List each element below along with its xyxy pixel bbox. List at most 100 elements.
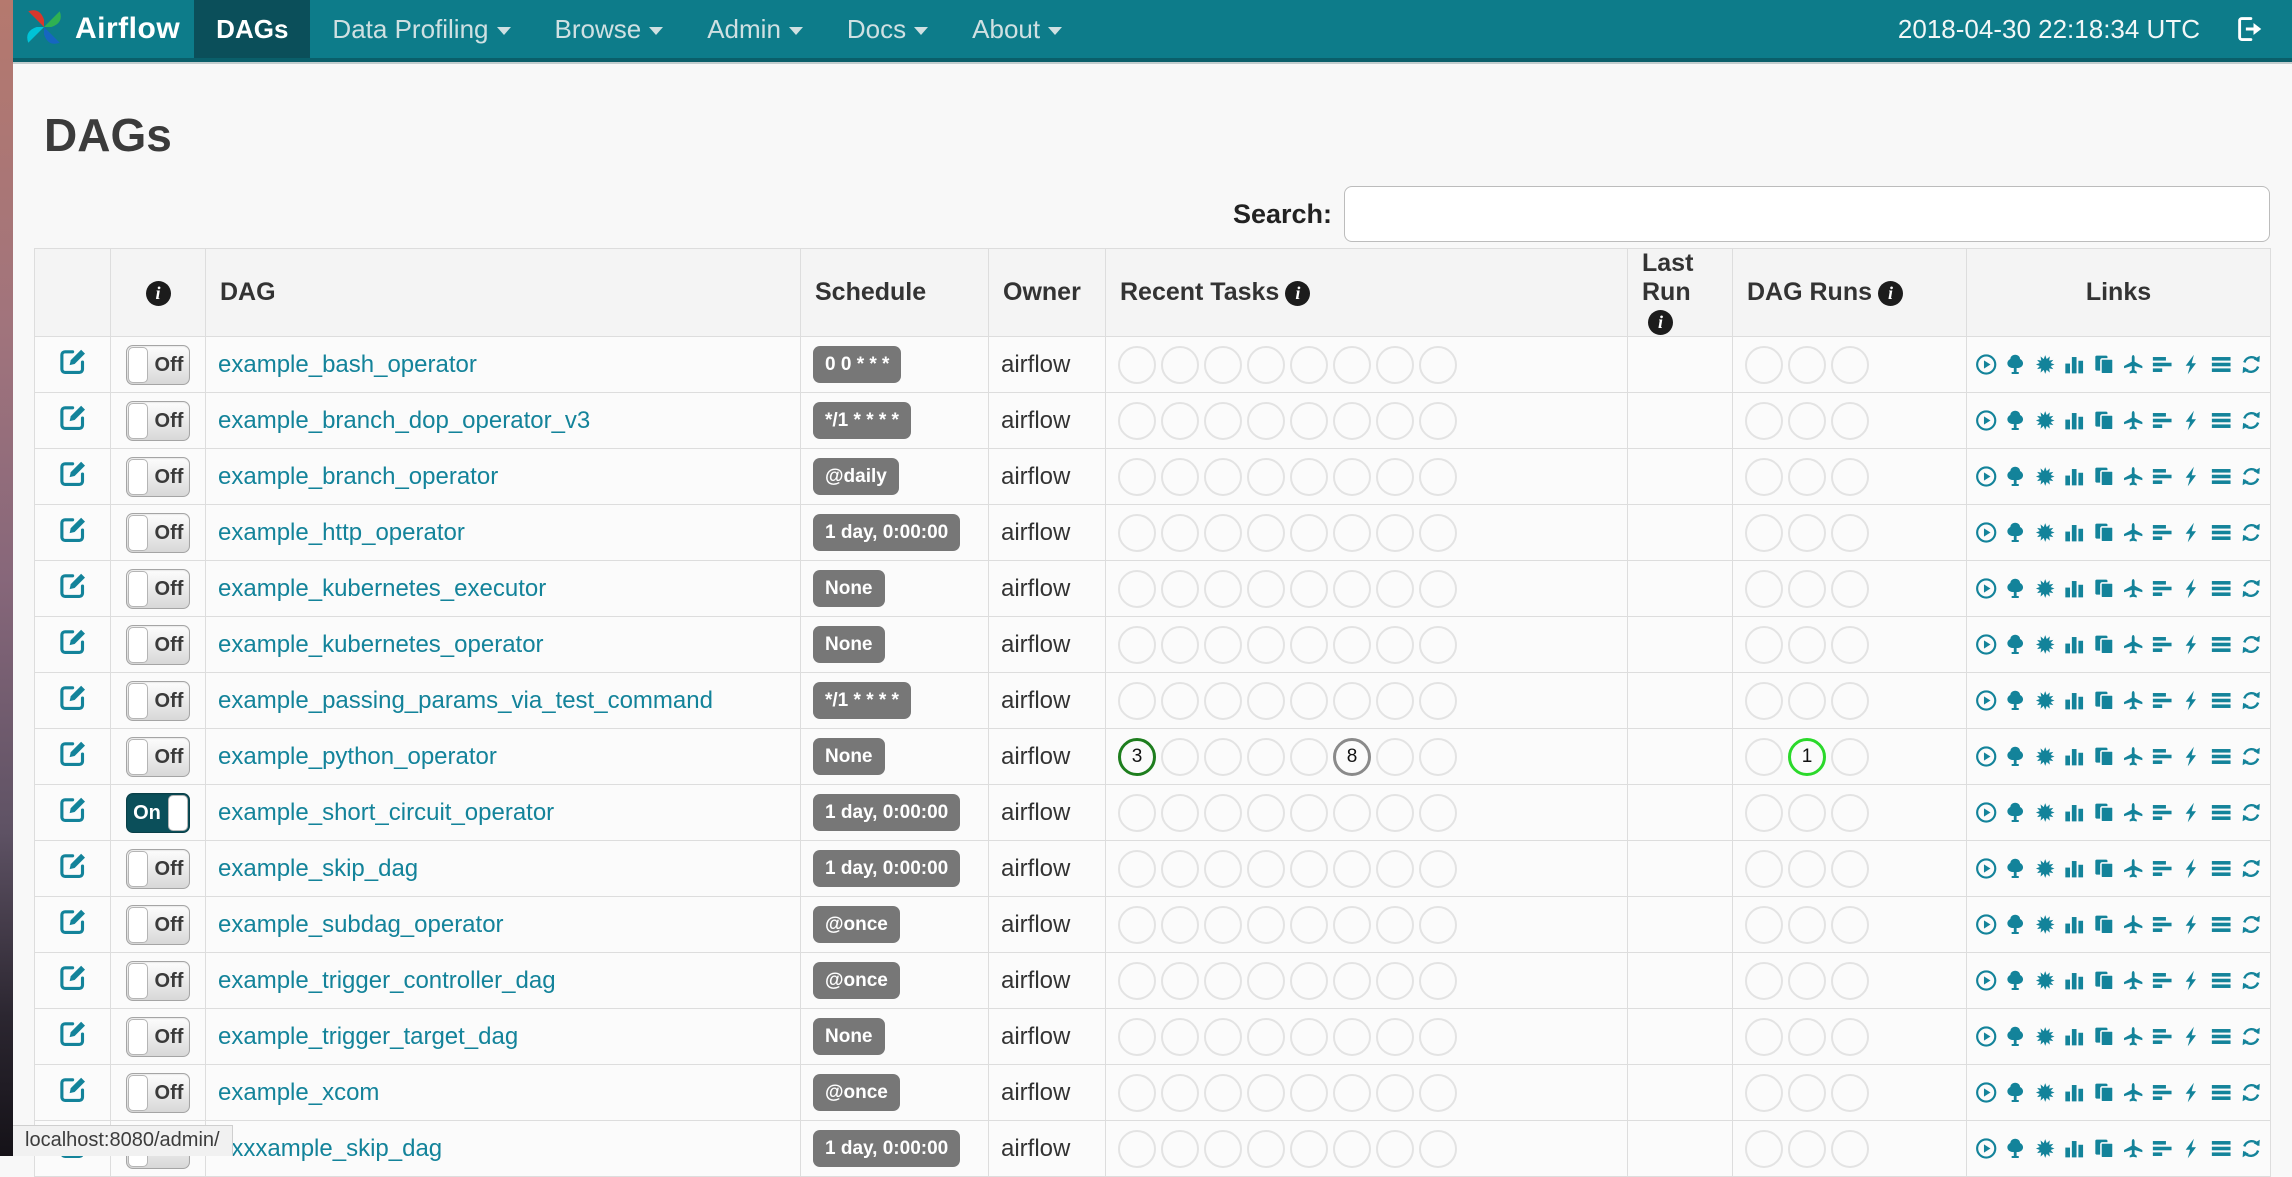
recent-task-status-circle[interactable] (1247, 513, 1285, 552)
recent-task-status-circle[interactable] (1419, 1129, 1457, 1168)
recent-task-status-circle[interactable]: 3 (1118, 737, 1156, 776)
dag-name-link[interactable]: example_xcom (218, 1079, 379, 1106)
trigger-dag-play-icon[interactable] (1975, 800, 1997, 825)
logs-icon[interactable] (2210, 632, 2232, 657)
dag-run-status-circle[interactable] (1745, 681, 1783, 720)
task-duration-chart-icon[interactable] (2063, 856, 2085, 881)
code-view-bolt-icon[interactable] (2181, 1024, 2203, 1049)
landing-times-plane-icon[interactable] (2122, 632, 2144, 657)
recent-task-status-circle[interactable] (1247, 793, 1285, 832)
dag-run-status-circle[interactable] (1745, 1073, 1783, 1112)
edit-dag-icon[interactable] (58, 402, 88, 432)
recent-task-status-circle[interactable] (1376, 849, 1414, 888)
tree-view-icon[interactable] (2004, 800, 2026, 825)
recent-task-status-circle[interactable] (1419, 1073, 1457, 1112)
recent-task-status-circle[interactable] (1333, 1073, 1371, 1112)
trigger-dag-play-icon[interactable] (1975, 1024, 1997, 1049)
dag-pause-toggle[interactable]: On (126, 792, 190, 833)
recent-task-status-circle[interactable] (1290, 849, 1328, 888)
recent-task-status-circle[interactable] (1333, 961, 1371, 1000)
recent-task-status-circle[interactable] (1290, 905, 1328, 944)
recent-task-status-circle[interactable] (1333, 345, 1371, 384)
dag-run-status-circle[interactable] (1745, 793, 1783, 832)
task-duration-chart-icon[interactable] (2063, 744, 2085, 769)
dag-name-link[interactable]: example_short_circuit_operator (218, 799, 554, 826)
recent-task-status-circle[interactable] (1419, 737, 1457, 776)
task-duration-chart-icon[interactable] (2063, 464, 2085, 489)
dag-pause-toggle[interactable]: Off (126, 1016, 190, 1057)
task-duration-chart-icon[interactable] (2063, 352, 2085, 377)
recent-task-status-circle[interactable] (1204, 737, 1242, 776)
dag-run-status-circle[interactable] (1788, 401, 1826, 440)
nav-item-docs[interactable]: Docs (825, 0, 950, 58)
tree-view-icon[interactable] (2004, 520, 2026, 545)
gantt-view-icon[interactable] (2151, 744, 2173, 769)
logs-icon[interactable] (2210, 688, 2232, 713)
landing-times-plane-icon[interactable] (2122, 1024, 2144, 1049)
task-duration-chart-icon[interactable] (2063, 632, 2085, 657)
recent-task-status-circle[interactable] (1376, 905, 1414, 944)
recent-task-status-circle[interactable] (1333, 569, 1371, 608)
refresh-icon[interactable] (2240, 856, 2262, 881)
recent-task-status-circle[interactable] (1161, 401, 1199, 440)
code-view-bolt-icon[interactable] (2181, 800, 2203, 825)
dag-pause-toggle[interactable]: Off (126, 736, 190, 777)
task-tries-icon[interactable] (2093, 632, 2115, 657)
dag-name-link[interactable]: example_trigger_target_dag (218, 1023, 518, 1050)
logs-icon[interactable] (2210, 856, 2232, 881)
nav-item-admin[interactable]: Admin (685, 0, 825, 58)
trigger-dag-play-icon[interactable] (1975, 688, 1997, 713)
task-duration-chart-icon[interactable] (2063, 408, 2085, 433)
dag-run-status-circle[interactable] (1745, 905, 1783, 944)
dag-run-status-circle[interactable] (1831, 961, 1869, 1000)
logs-icon[interactable] (2210, 1080, 2232, 1105)
edit-dag-icon[interactable] (58, 738, 88, 768)
dag-run-status-circle[interactable] (1788, 905, 1826, 944)
recent-task-status-circle[interactable] (1118, 625, 1156, 664)
gantt-view-icon[interactable] (2151, 520, 2173, 545)
dag-pause-toggle[interactable]: Off (126, 1072, 190, 1113)
recent-task-status-circle[interactable] (1376, 1017, 1414, 1056)
recent-task-status-circle[interactable] (1118, 569, 1156, 608)
recent-task-status-circle[interactable] (1376, 1129, 1414, 1168)
tree-view-icon[interactable] (2004, 408, 2026, 433)
recent-task-status-circle[interactable] (1247, 1073, 1285, 1112)
task-tries-icon[interactable] (2093, 576, 2115, 601)
dag-pause-toggle[interactable]: Off (126, 512, 190, 553)
recent-task-status-circle[interactable] (1290, 961, 1328, 1000)
tree-view-icon[interactable] (2004, 1024, 2026, 1049)
recent-task-status-circle[interactable] (1204, 625, 1242, 664)
gantt-view-icon[interactable] (2151, 352, 2173, 377)
recent-task-status-circle[interactable] (1247, 401, 1285, 440)
recent-task-status-circle[interactable] (1161, 457, 1199, 496)
recent-task-status-circle[interactable] (1333, 625, 1371, 664)
task-duration-chart-icon[interactable] (2063, 576, 2085, 601)
recent-task-status-circle[interactable] (1118, 961, 1156, 1000)
recent-task-status-circle[interactable] (1247, 905, 1285, 944)
dag-run-status-circle[interactable] (1788, 1017, 1826, 1056)
dag-pause-toggle[interactable]: Off (126, 624, 190, 665)
edit-dag-icon[interactable] (58, 1018, 88, 1048)
code-view-bolt-icon[interactable] (2181, 688, 2203, 713)
graph-view-icon[interactable] (2034, 632, 2056, 657)
refresh-icon[interactable] (2240, 800, 2262, 825)
gantt-view-icon[interactable] (2151, 800, 2173, 825)
tree-view-icon[interactable] (2004, 912, 2026, 937)
task-duration-chart-icon[interactable] (2063, 520, 2085, 545)
gantt-view-icon[interactable] (2151, 856, 2173, 881)
dag-run-status-circle[interactable] (1745, 737, 1783, 776)
recent-task-status-circle[interactable] (1118, 401, 1156, 440)
recent-task-status-circle[interactable] (1419, 569, 1457, 608)
landing-times-plane-icon[interactable] (2122, 520, 2144, 545)
dag-run-status-circle[interactable] (1788, 681, 1826, 720)
recent-task-status-circle[interactable] (1333, 681, 1371, 720)
nav-item-data-profiling[interactable]: Data Profiling (310, 0, 532, 58)
recent-task-status-circle[interactable] (1290, 681, 1328, 720)
recent-task-status-circle[interactable] (1161, 681, 1199, 720)
recent-task-status-circle[interactable] (1419, 1017, 1457, 1056)
nav-item-dags[interactable]: DAGs (194, 0, 311, 58)
tree-view-icon[interactable] (2004, 632, 2026, 657)
gantt-view-icon[interactable] (2151, 1136, 2173, 1161)
dag-run-status-circle[interactable] (1788, 1073, 1826, 1112)
recent-task-status-circle[interactable] (1161, 905, 1199, 944)
